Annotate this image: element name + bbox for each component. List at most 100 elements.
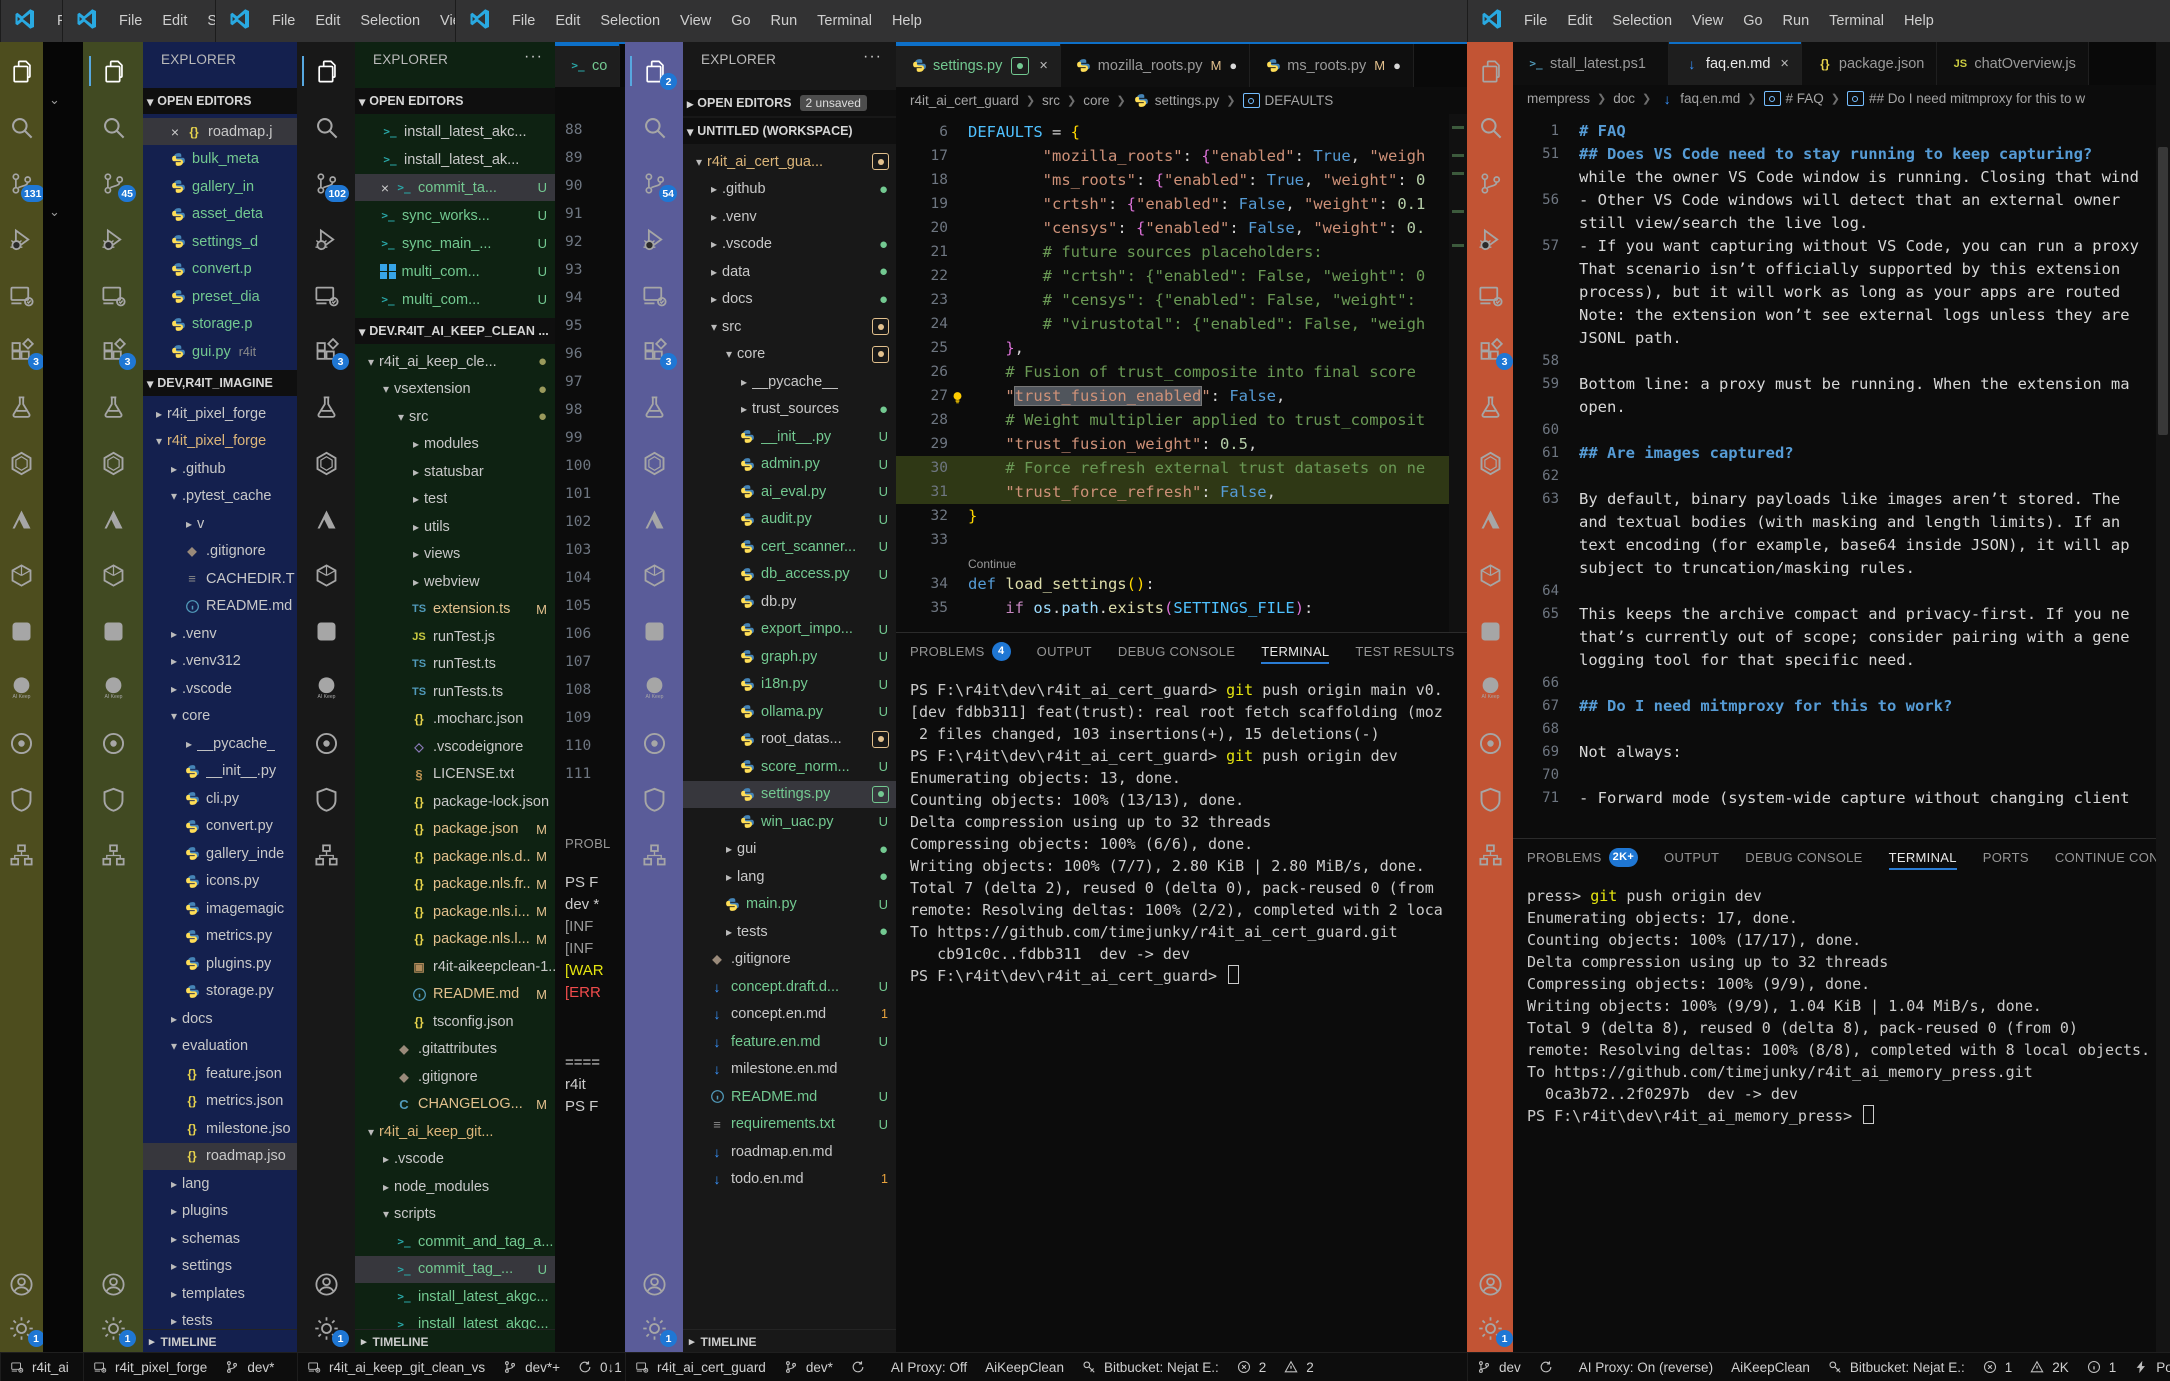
menu-view[interactable]: View <box>440 13 456 29</box>
tree-item[interactable]: ollama.pyU <box>683 698 896 725</box>
status-item-bitbucket-nejat-e-[interactable]: Bitbucket: Nejat E.: <box>1082 1360 1219 1375</box>
status-item-pow[interactable]: Pow <box>2134 1360 2170 1375</box>
hexagon-icon[interactable] <box>89 446 137 480</box>
tree-item[interactable]: ↓concept.draft.d...U <box>683 973 896 1000</box>
tree-item[interactable]: multi_com...U <box>355 258 555 285</box>
tree-item[interactable]: {}feature.json <box>143 1060 297 1087</box>
remote-icon[interactable] <box>89 278 137 312</box>
tree-item[interactable]: {}package.nls.fr...M <box>355 871 555 898</box>
box-icon[interactable] <box>630 558 678 592</box>
scm-icon[interactable] <box>1467 166 1514 200</box>
remote-icon[interactable] <box>0 278 46 312</box>
panel-tab-debug-console[interactable]: DEBUG CONSOLE <box>1745 839 1862 875</box>
tree-item[interactable]: ▸webview <box>355 568 555 595</box>
tree-item[interactable]: >_install_latest_ak... <box>355 146 555 173</box>
status-item-dev[interactable]: dev <box>1477 1360 1521 1375</box>
files-icon[interactable]: 2 <box>630 54 678 88</box>
shield-icon[interactable] <box>630 782 678 816</box>
tree-item[interactable]: >_commit_tag_...U <box>355 1256 555 1283</box>
square-icon[interactable] <box>89 614 137 648</box>
hexagon-icon[interactable] <box>0 446 46 480</box>
target-icon[interactable] <box>302 726 350 760</box>
tab-chatoverview-js[interactable]: JSchatOverview.js <box>1937 42 2089 85</box>
account-icon[interactable] <box>89 1267 137 1301</box>
tree-item[interactable]: bulk_meta <box>143 146 297 173</box>
tree-item[interactable]: ◆.gitignore <box>355 1063 555 1090</box>
account-icon[interactable] <box>630 1267 678 1301</box>
tree-item[interactable]: {}tsconfig.json <box>355 1008 555 1035</box>
search-icon[interactable] <box>0 110 46 144</box>
gear-icon[interactable]: 1 <box>89 1311 137 1345</box>
tree-item[interactable]: cli.py <box>143 785 297 812</box>
target-icon[interactable] <box>89 726 137 760</box>
menu-file[interactable]: File <box>272 13 295 29</box>
tree-item[interactable]: README.md <box>143 593 297 620</box>
tree-item[interactable]: CCHANGELOG...M <box>355 1091 555 1118</box>
tree-item[interactable]: ▸test <box>355 486 555 513</box>
timeline-section[interactable]: ▸TIMELINE <box>683 1329 896 1353</box>
tree-item[interactable]: score_norm...U <box>683 753 896 780</box>
status-item-dev-[interactable]: dev* <box>225 1360 274 1375</box>
target-icon[interactable] <box>1467 726 1514 760</box>
search-icon[interactable] <box>1467 110 1514 144</box>
menu-selection[interactable]: Selection <box>360 13 420 29</box>
menu-edit[interactable]: Edit <box>1567 13 1592 29</box>
menu-go[interactable]: Go <box>731 13 750 29</box>
tree-item[interactable]: admin.pyU <box>683 451 896 478</box>
tree-item[interactable]: >_sync_works...U <box>355 202 555 229</box>
status-item-dev-[interactable]: dev* <box>784 1360 833 1375</box>
open-editors-header[interactable]: ▸OPEN EDITORS2 unsaved <box>683 90 896 116</box>
tree-item[interactable]: ▸docs● <box>683 286 896 313</box>
tree-item[interactable]: ≡CACHEDIR.T <box>143 565 297 592</box>
tree-item[interactable]: gallery_in <box>143 173 297 200</box>
debug-icon[interactable] <box>0 222 46 256</box>
tree-item[interactable]: ◆.gitattributes <box>355 1036 555 1063</box>
status-item-r4it-ai-keep-git-clean-vs[interactable]: r4it_ai_keep_git_clean_vs <box>307 1360 485 1375</box>
search-icon[interactable] <box>630 110 678 144</box>
tree-item[interactable]: asset_deta <box>143 201 297 228</box>
beaker-icon[interactable] <box>1467 390 1514 424</box>
gear-icon[interactable]: 1 <box>630 1311 678 1345</box>
open-editor-item[interactable]: ×{}roadmap.j <box>143 118 297 145</box>
gear-icon[interactable]: 1 <box>0 1311 46 1345</box>
tree-item[interactable]: ▸modules <box>355 431 555 458</box>
tree-item[interactable]: ▾vsextension● <box>355 376 555 403</box>
tree-item[interactable]: ▸.vscode <box>143 675 297 702</box>
files-icon[interactable] <box>89 54 137 88</box>
status-item-ai-proxy-on-reverse-[interactable]: AI Proxy: On (reverse) <box>1579 1360 1713 1375</box>
panel-tab-problems[interactable]: PROBLEMS2K+ <box>1527 839 1638 875</box>
square-icon[interactable] <box>302 614 350 648</box>
tree-item[interactable]: {}roadmap.jso <box>143 1143 297 1170</box>
ai-icon[interactable]: AI Keep <box>0 670 46 704</box>
lightbulb-icon[interactable] <box>950 388 965 403</box>
tree-item[interactable]: settings_d <box>143 228 297 255</box>
more-actions-icon[interactable]: ··· <box>863 48 882 66</box>
open-editor-item[interactable]: ×>_commit_ta...U <box>355 174 555 201</box>
debug-icon[interactable] <box>89 222 137 256</box>
tree-item[interactable]: ≡requirements.txtU <box>683 1111 896 1138</box>
tree-item[interactable]: ▾src● <box>355 403 555 430</box>
tree-item[interactable]: ▸.venv <box>143 620 297 647</box>
status-item-2k[interactable]: 2K <box>2030 1360 2069 1375</box>
tree-item[interactable]: ▸.github● <box>683 176 896 203</box>
panel-tab-output[interactable]: OUTPUT <box>1037 633 1092 669</box>
files-icon[interactable] <box>1467 54 1514 88</box>
menu-edit[interactable]: Edit <box>315 13 340 29</box>
shield-icon[interactable] <box>1467 782 1514 816</box>
status-item-0-1[interactable]: 0↓1 <box>578 1360 622 1375</box>
hexagon-icon[interactable] <box>630 446 678 480</box>
tree-item[interactable]: ai_eval.pyU <box>683 478 896 505</box>
tree-item[interactable]: ◆.gitignore <box>683 946 896 973</box>
tree-item[interactable]: root_datas... <box>683 726 896 753</box>
box-icon[interactable] <box>0 558 46 592</box>
tree-item[interactable]: ▸.vscode <box>355 1146 555 1173</box>
search-icon[interactable] <box>302 110 350 144</box>
panel-tab-terminal[interactable]: TERMINAL <box>1889 839 1957 875</box>
ai-icon[interactable]: AI Keep <box>302 670 350 704</box>
tree-item[interactable]: ▸templates <box>143 1280 297 1307</box>
tree-item[interactable]: {}package-lock.json <box>355 788 555 815</box>
terminal-output[interactable]: press> git push origin devEnumerating ob… <box>1527 885 2152 1353</box>
codelens-continue[interactable]: Continue <box>968 554 1016 574</box>
tree-item[interactable]: >_sync_main_...U <box>355 230 555 257</box>
tree-item[interactable]: >_commit_and_tag_a... <box>355 1228 555 1255</box>
